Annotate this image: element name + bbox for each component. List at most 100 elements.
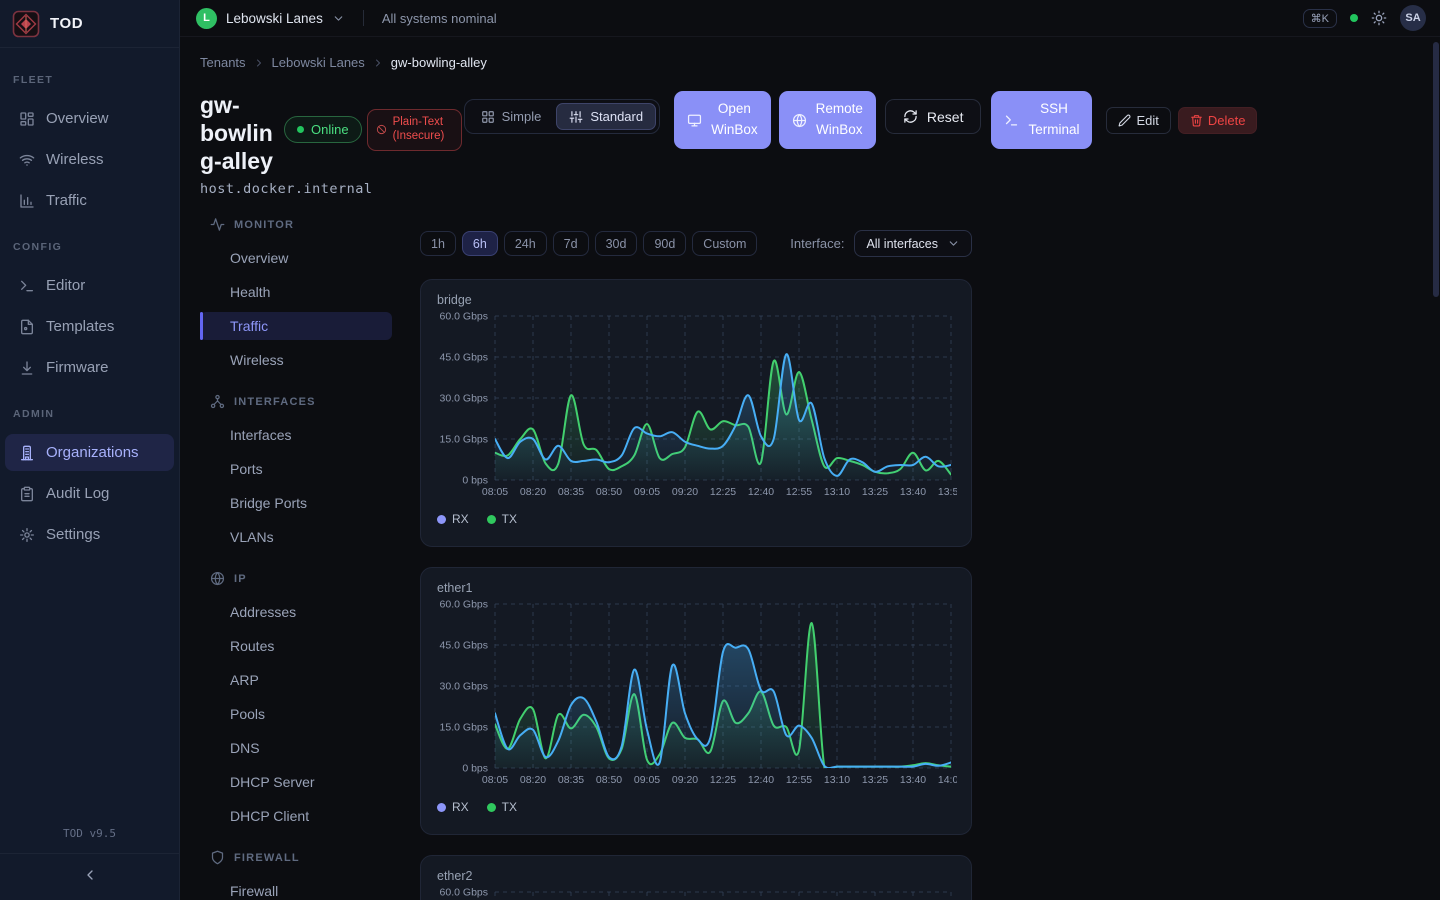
subnav-section-monitor: MONITOR: [200, 217, 396, 232]
breadcrumb-item-lebowski-lanes[interactable]: Lebowski Lanes: [272, 55, 365, 70]
view-standard-button[interactable]: Standard: [556, 103, 656, 130]
sidebar-item-overview[interactable]: Overview: [5, 100, 174, 137]
svg-text:09:20: 09:20: [672, 774, 698, 786]
svg-text:08:50: 08:50: [596, 774, 622, 786]
app-version: TOD v9.5: [0, 827, 179, 854]
open-winbox-button[interactable]: Open WinBox: [674, 91, 771, 149]
chart-legend: RXTX: [437, 512, 955, 526]
svg-text:08:35: 08:35: [558, 486, 584, 498]
subnav-item-interfaces-bridge-ports[interactable]: Bridge Ports: [200, 489, 392, 517]
view-simple-button[interactable]: Simple: [468, 103, 555, 130]
subnav-item-monitor-wireless[interactable]: Wireless: [200, 346, 392, 374]
sidebar-item-label: Overview: [46, 110, 109, 127]
legend-dot: [487, 515, 496, 524]
subnav-item-interfaces-ports[interactable]: Ports: [200, 455, 392, 483]
wifi-icon: [19, 152, 35, 168]
breadcrumb-item-tenants[interactable]: Tenants: [200, 55, 246, 70]
interface-select[interactable]: All interfaces: [854, 230, 972, 257]
range-button-custom[interactable]: Custom: [692, 231, 757, 256]
breadcrumb: TenantsLebowski Lanesgw-bowling-alley: [200, 55, 1440, 70]
subnav-item-ip-dhcp-server[interactable]: DHCP Server: [200, 768, 392, 796]
subnav-item-ip-addresses[interactable]: Addresses: [200, 598, 392, 626]
subnav-item-ip-arp[interactable]: ARP: [200, 666, 392, 694]
chart-title: bridge: [437, 293, 955, 307]
sidebar-item-audit-log[interactable]: Audit Log: [5, 475, 174, 512]
command-palette-shortcut[interactable]: ⌘K: [1303, 9, 1337, 28]
range-button-1h[interactable]: 1h: [420, 231, 456, 256]
delete-button[interactable]: Delete: [1178, 107, 1258, 134]
svg-text:08:05: 08:05: [482, 774, 508, 786]
traffic-chart: 0 bps15.0 Gbps30.0 Gbps45.0 Gbps60.0 Gbp…: [437, 598, 957, 794]
theme-toggle-button[interactable]: [1371, 10, 1387, 26]
subnav-item-monitor-overview[interactable]: Overview: [200, 244, 392, 272]
svg-text:09:20: 09:20: [672, 486, 698, 498]
sidebar-item-organizations[interactable]: Organizations: [5, 434, 174, 471]
sidebar-item-label: Wireless: [46, 151, 104, 168]
building-icon: [19, 445, 35, 461]
charts-column: 1h6h24h7d30d90dCustom Interface: All int…: [420, 217, 972, 900]
reset-button[interactable]: Reset: [885, 99, 982, 134]
sidebar: TOD FLEETOverviewWirelessTrafficCONFIGEd…: [0, 0, 180, 900]
svg-text:45.0 Gbps: 45.0 Gbps: [440, 352, 488, 364]
app-root: TOD FLEETOverviewWirelessTrafficCONFIGEd…: [0, 0, 1440, 900]
svg-text:12:25: 12:25: [710, 774, 736, 786]
sidebar-section-label: ADMIN: [0, 408, 179, 420]
shield-icon: [210, 850, 225, 865]
range-button-7d[interactable]: 7d: [553, 231, 589, 256]
svg-text:12:40: 12:40: [748, 774, 774, 786]
time-range-group: 1h6h24h7d30d90dCustom: [420, 231, 763, 256]
sidebar-section-config: CONFIGEditorTemplatesFirmware: [0, 241, 179, 386]
online-dot: [297, 126, 304, 133]
svg-text:08:20: 08:20: [520, 774, 546, 786]
topbar-divider: [363, 10, 364, 26]
monitor-icon: [687, 113, 702, 128]
sidebar-item-settings[interactable]: Settings: [5, 516, 174, 553]
sidebar-item-traffic[interactable]: Traffic: [5, 182, 174, 219]
ssh-terminal-button[interactable]: SSH Terminal: [991, 91, 1092, 149]
svg-text:08:50: 08:50: [596, 486, 622, 498]
range-button-90d[interactable]: 90d: [643, 231, 686, 256]
remote-winbox-button[interactable]: Remote WinBox: [779, 91, 876, 149]
tenant-switcher[interactable]: L Lebowski Lanes: [196, 8, 345, 29]
svg-text:12:55: 12:55: [786, 774, 812, 786]
sidebar-item-editor[interactable]: Editor: [5, 267, 174, 304]
scrollbar-thumb[interactable]: [1433, 42, 1439, 297]
system-status-text: All systems nominal: [382, 11, 497, 26]
subnav-item-interfaces-vlans[interactable]: VLANs: [200, 523, 392, 551]
chart-list: bridge 0 bps15.0 Gbps30.0 Gbps45.0 Gbps60…: [420, 279, 972, 900]
svg-text:09:05: 09:05: [634, 774, 660, 786]
svg-text:12:40: 12:40: [748, 486, 774, 498]
range-button-30d[interactable]: 30d: [595, 231, 638, 256]
subnav-item-ip-dhcp-client[interactable]: DHCP Client: [200, 802, 392, 830]
range-button-24h[interactable]: 24h: [504, 231, 547, 256]
sidebar-collapse-button[interactable]: [80, 865, 100, 888]
subnav-item-interfaces-interfaces[interactable]: Interfaces: [200, 421, 392, 449]
svg-text:60.0 Gbps: 60.0 Gbps: [440, 599, 488, 611]
subnav-item-ip-pools[interactable]: Pools: [200, 700, 392, 728]
svg-text:0 bps: 0 bps: [462, 475, 488, 487]
subnav-item-ip-routes[interactable]: Routes: [200, 632, 392, 660]
legend-dot: [437, 515, 446, 524]
sidebar-item-wireless[interactable]: Wireless: [5, 141, 174, 178]
online-status-badge: Online: [284, 116, 362, 143]
subnav-item-monitor-health[interactable]: Health: [200, 278, 392, 306]
svg-text:12:25: 12:25: [710, 486, 736, 498]
svg-text:08:05: 08:05: [482, 486, 508, 498]
sidebar-item-firmware[interactable]: Firmware: [5, 349, 174, 386]
bar-chart-icon: [19, 193, 35, 209]
sidebar-section-fleet: FLEETOverviewWirelessTraffic: [0, 74, 179, 219]
subnav-item-monitor-traffic[interactable]: Traffic: [200, 312, 392, 340]
sidebar-item-label: Settings: [46, 526, 100, 543]
sidebar-item-templates[interactable]: Templates: [5, 308, 174, 345]
globe-icon: [792, 113, 807, 128]
edit-button[interactable]: Edit: [1106, 107, 1170, 134]
device-header: gw-bowling-alley Online Plain-Text (Inse…: [200, 91, 1440, 175]
brand: TOD: [0, 0, 179, 48]
range-button-6h[interactable]: 6h: [462, 231, 498, 256]
subnav-item-ip-dns[interactable]: DNS: [200, 734, 392, 762]
subnav-section-firewall: FIREWALL: [200, 850, 396, 865]
user-avatar[interactable]: SA: [1400, 5, 1426, 31]
subnav-item-firewall-firewall[interactable]: Firewall: [200, 877, 392, 900]
sidebar-section-admin: ADMIN Organizations Audit Log Settings: [0, 408, 179, 553]
svg-text:09:05: 09:05: [634, 486, 660, 498]
